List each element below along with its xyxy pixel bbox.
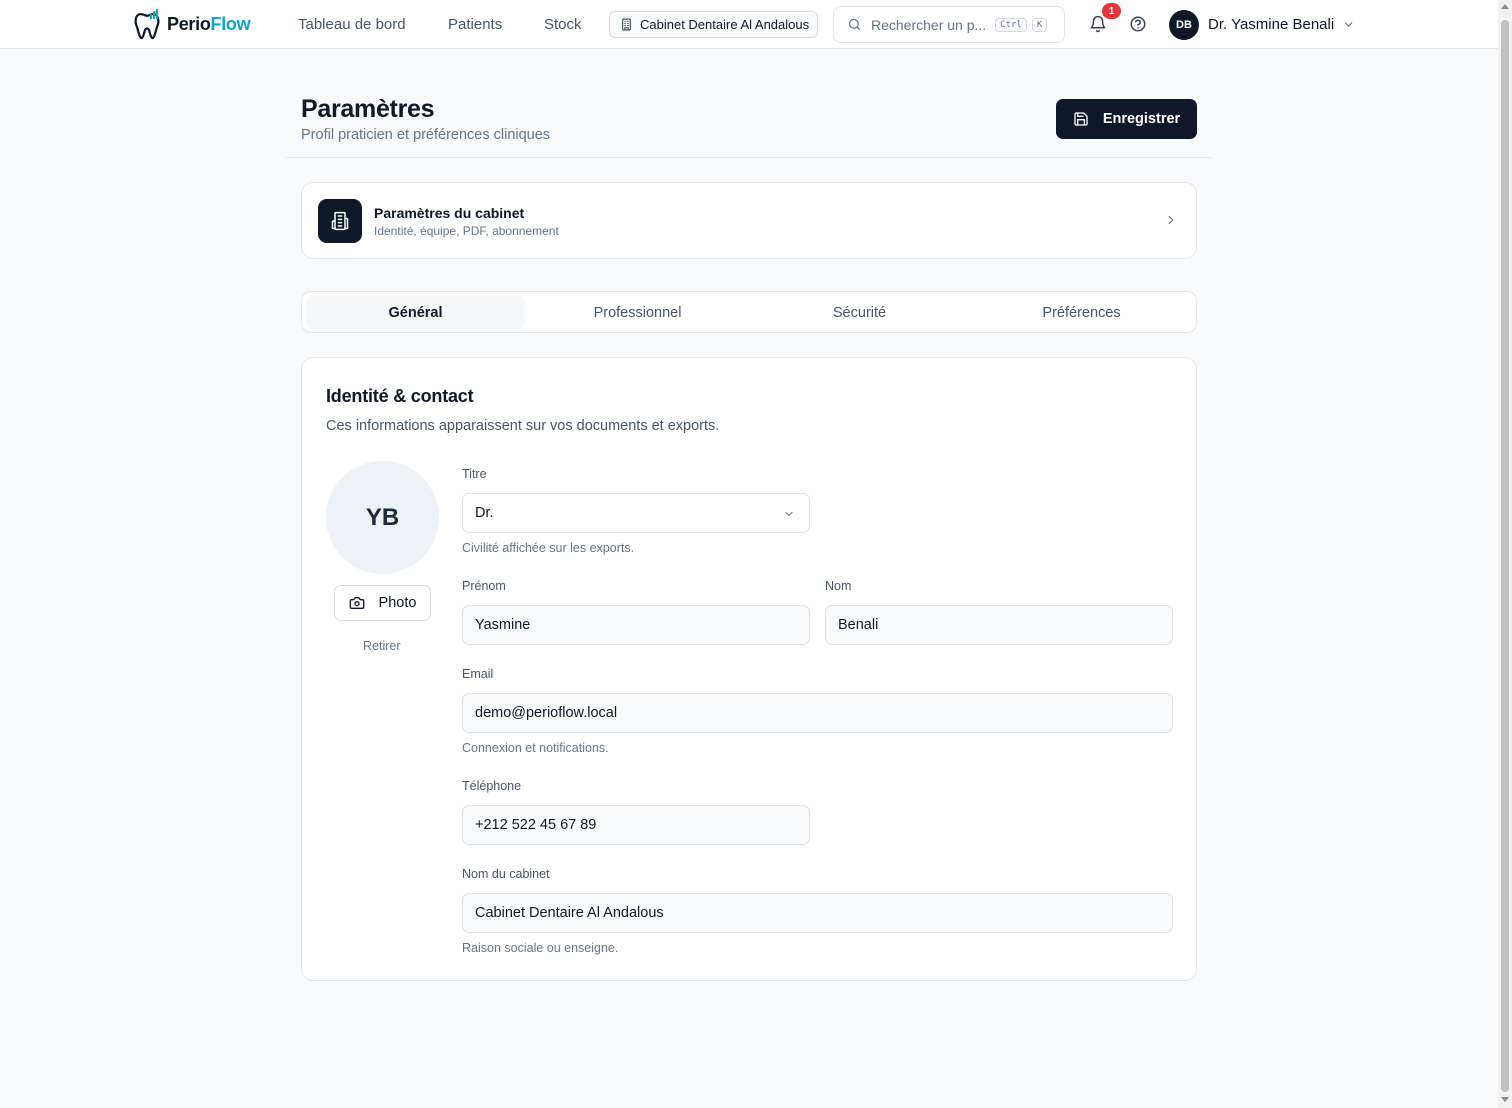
tab-preferences[interactable]: Préférences <box>972 296 1191 329</box>
brand-logo[interactable]: PerioFlow <box>133 9 251 40</box>
cabinet-card-subtitle: Identité, équipe, PDF, abonnement <box>374 224 559 238</box>
email-input[interactable] <box>462 693 1173 733</box>
cabinet-icon-tile <box>318 199 362 243</box>
cabinet-name-input[interactable] <box>462 893 1173 933</box>
search-placeholder: Rechercher un p... <box>871 16 987 33</box>
cabinet-name-hint: Raison sociale ou enseigne. <box>462 941 619 955</box>
kbd-k: K <box>1031 17 1048 32</box>
bell-icon[interactable] <box>1089 15 1107 33</box>
tab-general[interactable]: Général <box>306 296 525 329</box>
user-avatar[interactable]: DB <box>1169 10 1199 40</box>
scroll-up-arrow[interactable] <box>1501 4 1509 9</box>
upload-photo-button[interactable]: Photo <box>334 585 431 621</box>
section-title: Identité & contact <box>326 386 474 406</box>
tab-professionnel[interactable]: Professionnel <box>528 296 747 329</box>
chevron-down-icon[interactable] <box>1342 18 1355 31</box>
nom-label: Nom <box>825 579 852 593</box>
titre-label: Titre <box>462 467 487 481</box>
brand-name: PerioFlow <box>167 14 251 34</box>
save-icon <box>1074 112 1088 126</box>
save-button[interactable]: Enregistrer <box>1056 99 1197 139</box>
photo-button-label: Photo <box>378 595 417 611</box>
help-icon[interactable] <box>1129 15 1147 33</box>
identity-form-card: Identité & contact Ces informations appa… <box>301 357 1197 981</box>
cabinet-settings-card[interactable]: Paramètres du cabinet Identité, équipe, … <box>301 182 1197 259</box>
page-title: Paramètres <box>301 95 435 123</box>
chevron-right-icon <box>1168 215 1174 225</box>
search-box[interactable]: Rechercher un p... Ctrl K <box>833 6 1065 43</box>
prenom-input[interactable] <box>462 605 810 645</box>
notification-badge: 1 <box>1102 3 1121 19</box>
save-button-label: Enregistrer <box>1102 111 1181 127</box>
settings-tabs: Général Professionnel Sécurité Préférenc… <box>301 291 1197 333</box>
nav-dashboard[interactable]: Tableau de bord <box>298 16 406 33</box>
cabinet-card-title: Paramètres du cabinet <box>374 205 525 221</box>
telephone-label: Téléphone <box>462 779 522 793</box>
cabinet-chip-label: Cabinet Dentaire Al Andalous <box>640 17 810 32</box>
user-name[interactable]: Dr. Yasmine Benali <box>1208 16 1334 33</box>
kbd-ctrl: Ctrl <box>995 17 1027 32</box>
titre-select[interactable]: Dr. <box>462 493 810 533</box>
email-label: Email <box>462 667 494 681</box>
titre-hint: Civilité affichée sur les exports. <box>462 541 635 555</box>
nom-input[interactable] <box>825 605 1173 645</box>
building-icon <box>622 18 631 31</box>
profile-avatar: YB <box>326 461 439 574</box>
scrollbar-thumb[interactable] <box>1501 20 1509 1092</box>
search-icon <box>848 18 861 31</box>
page-subtitle: Profil praticien et préférences clinique… <box>301 127 551 143</box>
nav-patients[interactable]: Patients <box>448 16 502 33</box>
scroll-down-arrow[interactable] <box>1501 1097 1509 1102</box>
nav-stock[interactable]: Stock <box>544 16 582 33</box>
telephone-input[interactable] <box>462 805 810 845</box>
building-icon <box>331 211 349 231</box>
remove-photo-link[interactable]: Retirer <box>363 639 401 653</box>
chevron-down-icon <box>785 512 793 517</box>
cabinet-switcher[interactable]: Cabinet Dentaire Al Andalous <box>609 11 818 38</box>
top-navbar: PerioFlow Tableau de bord Patients Stock… <box>0 0 1498 49</box>
prenom-label: Prénom <box>462 579 506 593</box>
tooth-chart-icon <box>134 9 160 40</box>
cabinet-name-label: Nom du cabinet <box>462 867 550 881</box>
tab-securite[interactable]: Sécurité <box>750 296 969 329</box>
email-hint: Connexion et notifications. <box>462 741 609 755</box>
header-divider <box>285 157 1213 158</box>
section-subtitle: Ces informations apparaissent sur vos do… <box>326 418 720 434</box>
camera-icon <box>349 597 364 609</box>
titre-select-value: Dr. <box>475 505 494 521</box>
